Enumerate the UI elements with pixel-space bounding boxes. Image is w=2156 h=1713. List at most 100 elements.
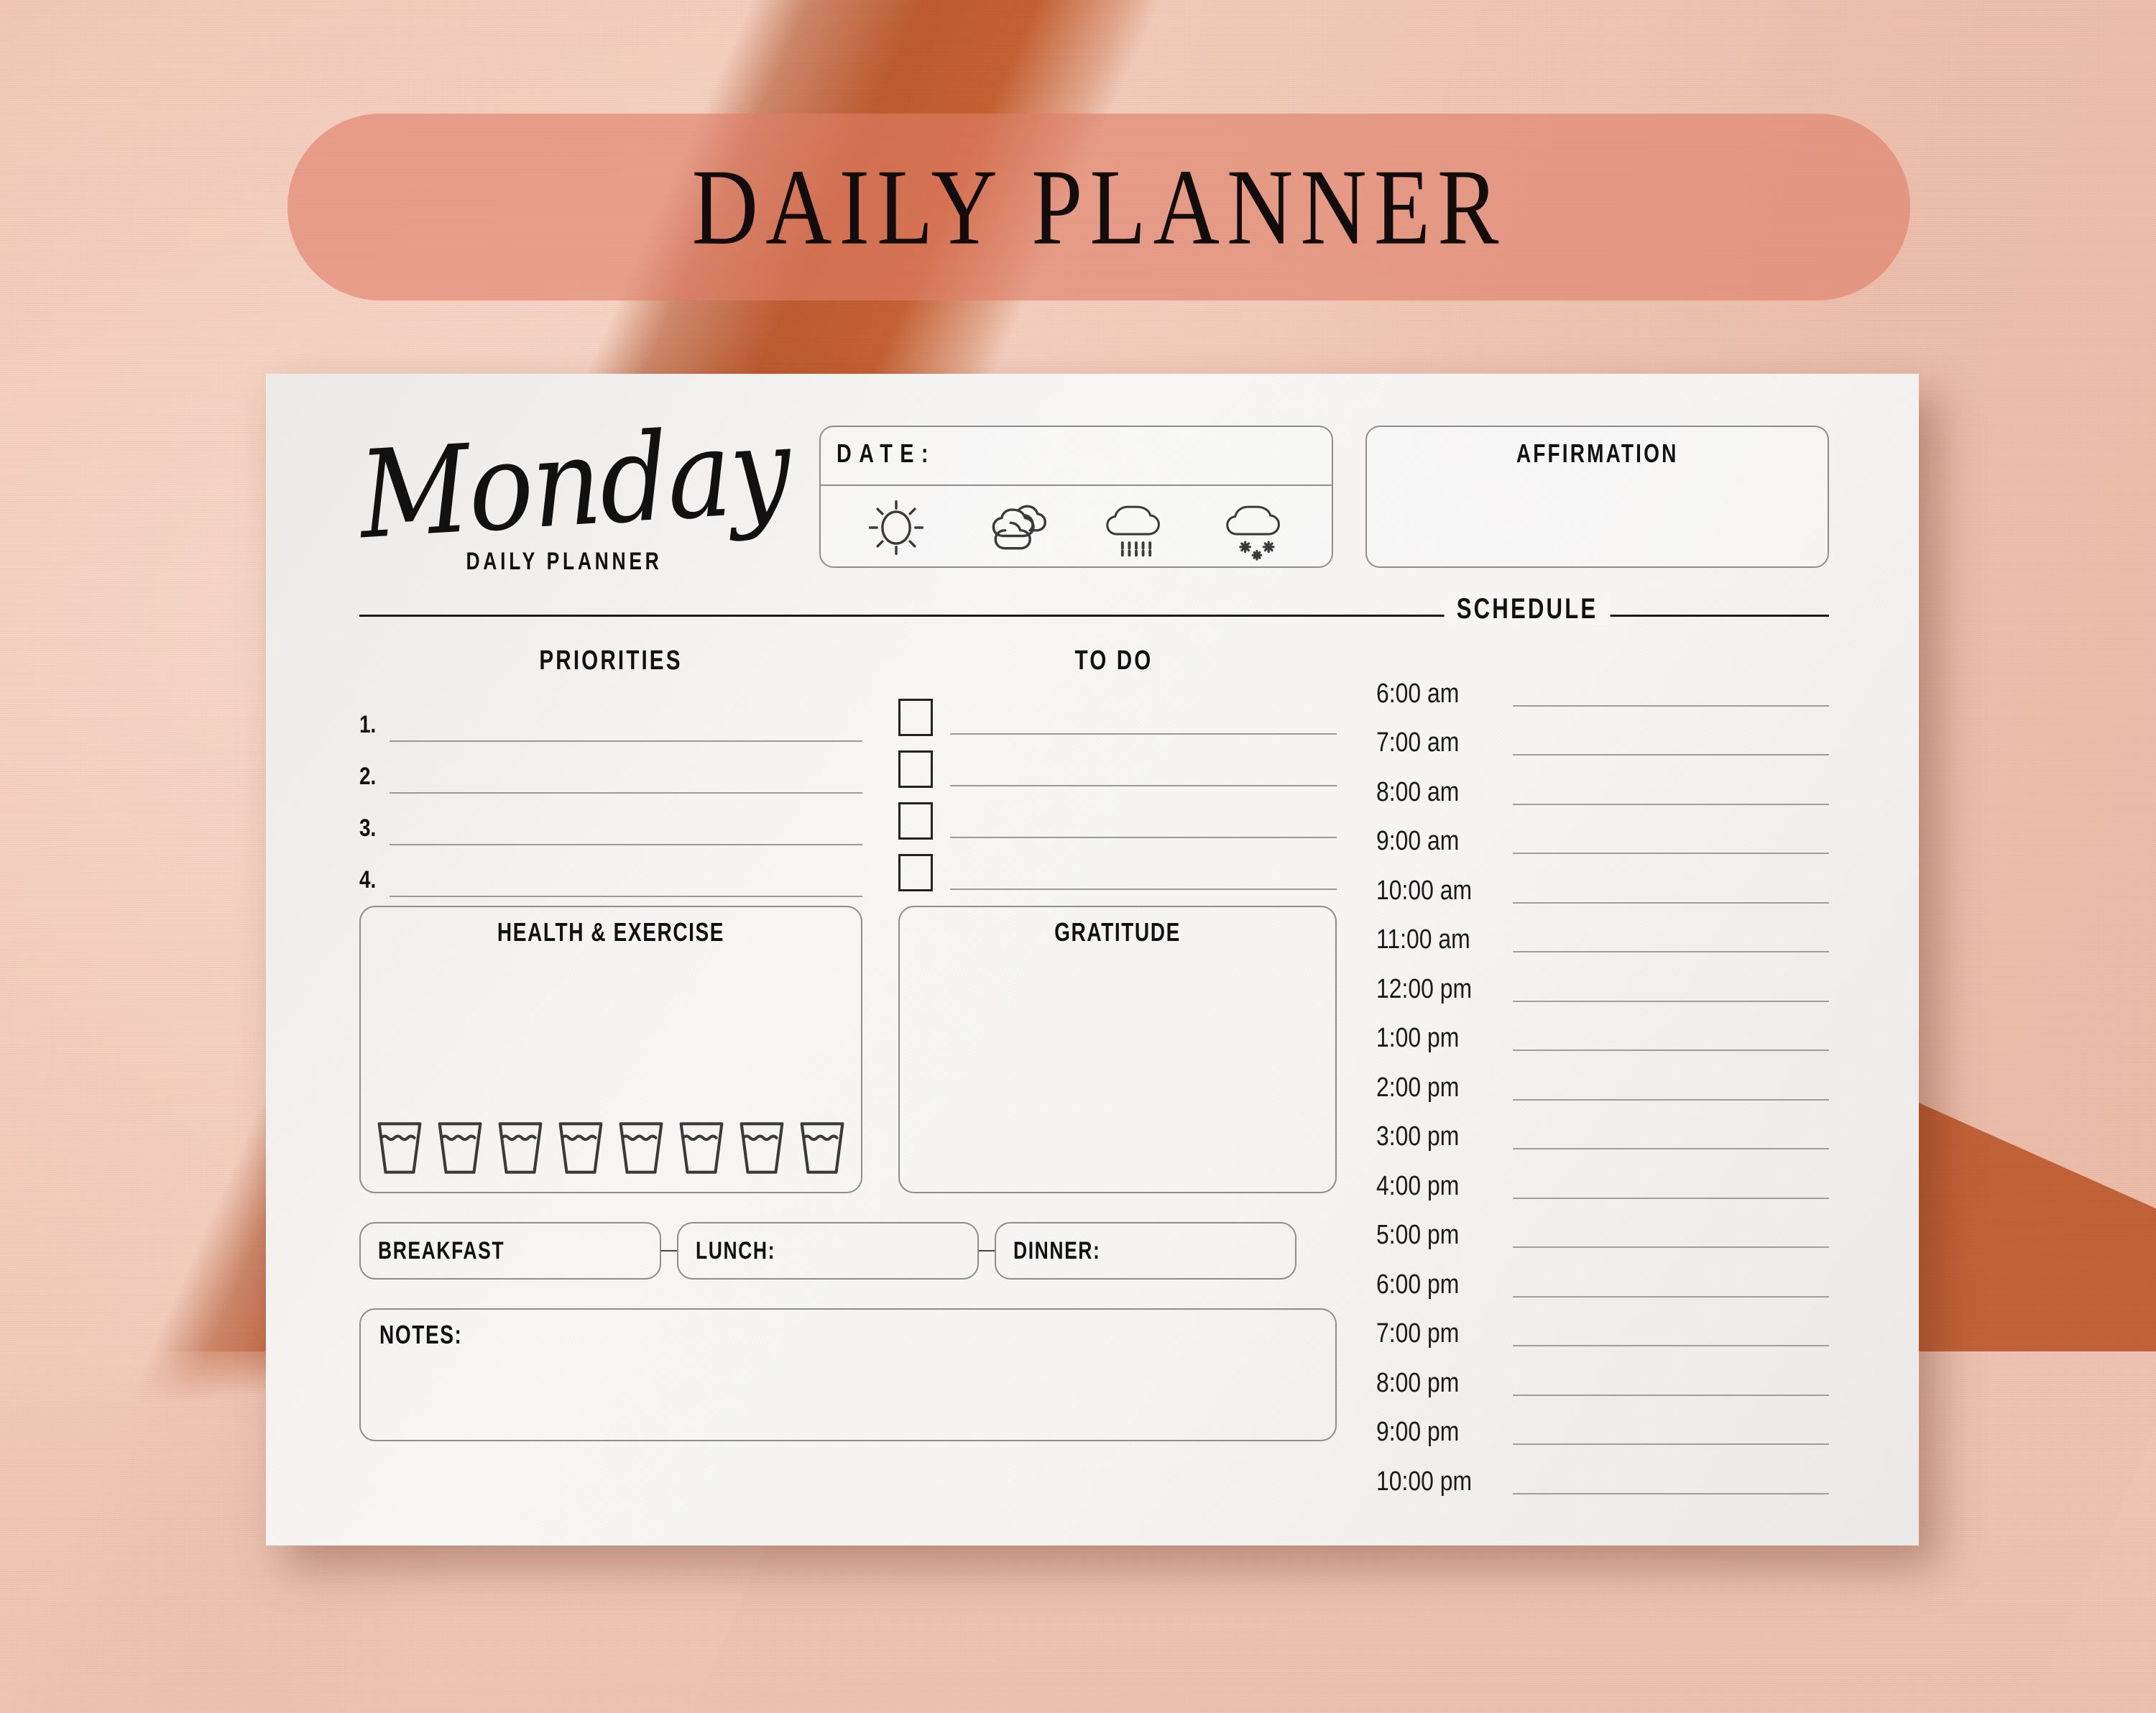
schedule-time-label: 10:00 am — [1376, 875, 1473, 906]
schedule-time-label: 7:00 pm — [1376, 1318, 1460, 1349]
schedule-time-label: 4:00 pm — [1376, 1170, 1460, 1201]
date-label: DATE: — [837, 438, 936, 468]
todo-title: TO DO — [1074, 646, 1153, 676]
meal-box[interactable]: LUNCH: — [677, 1222, 979, 1280]
schedule-write-line[interactable] — [1513, 1148, 1829, 1149]
priority-number: 3. — [359, 814, 377, 842]
schedule-row[interactable]: 8:00 pm — [1376, 1351, 1829, 1400]
schedule-write-line[interactable] — [1513, 853, 1829, 854]
schedule-write-line[interactable] — [1513, 901, 1829, 904]
water-glass-icon[interactable] — [555, 1120, 607, 1176]
schedule-write-line[interactable] — [1513, 1394, 1829, 1396]
schedule-write-line[interactable] — [1513, 1098, 1829, 1101]
priority-number: 1. — [359, 711, 377, 738]
priority-row[interactable]: 2. — [359, 742, 862, 794]
todo-write-line[interactable] — [950, 733, 1337, 735]
priority-row[interactable]: 4. — [359, 845, 862, 897]
schedule-write-line[interactable] — [1513, 704, 1829, 707]
meal-box[interactable]: DINNER: — [995, 1222, 1296, 1280]
todo-checkbox[interactable] — [898, 699, 933, 736]
schedule-row[interactable]: 10:00 pm — [1376, 1449, 1829, 1499]
schedule-time-label: 11:00 am — [1376, 924, 1470, 955]
schedule-write-line[interactable] — [1513, 951, 1829, 952]
todo-write-line[interactable] — [950, 888, 1337, 890]
schedule-row[interactable]: 11:00 am — [1376, 908, 1829, 957]
water-glass-icon[interactable] — [796, 1120, 848, 1176]
water-glass-icon[interactable] — [676, 1120, 727, 1176]
priority-write-line[interactable] — [390, 740, 862, 742]
todo-row[interactable] — [898, 684, 1337, 736]
water-glass-icon[interactable] — [494, 1120, 546, 1176]
schedule-row[interactable]: 9:00 am — [1376, 809, 1829, 859]
water-glass-icon[interactable] — [374, 1120, 425, 1176]
schedule-write-line[interactable] — [1513, 803, 1829, 805]
schedule-time-label: 2:00 pm — [1376, 1072, 1460, 1103]
priority-row[interactable]: 3. — [359, 794, 862, 845]
schedule-row[interactable]: 7:00 am — [1376, 711, 1829, 761]
schedule-write-line[interactable] — [1513, 1492, 1829, 1494]
meal-label: DINNER: — [1013, 1236, 1101, 1264]
schedule-write-line[interactable] — [1513, 754, 1829, 756]
schedule-row[interactable]: 1:00 pm — [1376, 1006, 1829, 1056]
water-glass-icon[interactable] — [615, 1120, 667, 1176]
schedule-row[interactable]: 4:00 pm — [1376, 1154, 1829, 1203]
planner-sheet: Monday DAILY PLANNER DATE: AFFIRMATION S… — [266, 374, 1919, 1546]
meal-box[interactable]: BREAKFAST — [359, 1222, 661, 1280]
schedule-row[interactable]: 6:00 am — [1376, 661, 1829, 711]
schedule-row[interactable]: 10:00 am — [1376, 858, 1829, 908]
schedule-write-line[interactable] — [1513, 1443, 1829, 1445]
schedule-time-label: 7:00 am — [1376, 727, 1460, 758]
schedule-row[interactable]: 9:00 pm — [1376, 1400, 1829, 1450]
todo-row[interactable] — [898, 840, 1337, 891]
snow-cloud-icon[interactable] — [1219, 495, 1294, 561]
schedule-write-line[interactable] — [1513, 1246, 1829, 1248]
schedule-write-line[interactable] — [1513, 1050, 1829, 1051]
schedule-title-wrap: SCHEDULE — [1373, 593, 1682, 625]
header-row: Monday DAILY PLANNER DATE: AFFIRMATION — [356, 400, 1829, 589]
schedule-write-line[interactable] — [1513, 1295, 1829, 1298]
water-glass-row — [374, 1120, 848, 1176]
schedule-row[interactable]: 3:00 pm — [1376, 1105, 1829, 1154]
todo-write-line[interactable] — [950, 837, 1337, 838]
water-glass-icon[interactable] — [736, 1120, 788, 1176]
day-title-block: Monday DAILY PLANNER — [356, 400, 793, 586]
priorities-list: 1. 2. 3. 4. — [359, 690, 862, 897]
schedule-row[interactable]: 7:00 pm — [1376, 1302, 1829, 1351]
schedule-row[interactable]: 5:00 pm — [1376, 1203, 1829, 1253]
affirmation-box[interactable]: AFFIRMATION — [1365, 426, 1829, 568]
health-exercise-box[interactable]: HEALTH & EXERCISE — [359, 906, 862, 1193]
water-glass-icon[interactable] — [434, 1120, 486, 1176]
priority-write-line[interactable] — [390, 844, 862, 845]
priority-write-line[interactable] — [390, 792, 862, 794]
todo-row[interactable] — [898, 788, 1337, 840]
todo-checkbox[interactable] — [898, 802, 933, 840]
schedule-write-line[interactable] — [1513, 1197, 1829, 1199]
sun-icon[interactable] — [859, 495, 934, 561]
todo-list — [898, 684, 1337, 891]
notes-label: NOTES: — [379, 1320, 463, 1349]
schedule-row[interactable]: 8:00 am — [1376, 760, 1829, 809]
rain-cloud-icon[interactable] — [1099, 495, 1174, 561]
gratitude-box[interactable]: GRATITUDE — [898, 906, 1337, 1193]
notes-box[interactable]: NOTES: — [359, 1308, 1337, 1441]
date-divider — [821, 484, 1332, 486]
gratitude-title: GRATITUDE — [1054, 917, 1181, 947]
todo-write-line[interactable] — [950, 785, 1337, 786]
schedule-time-label: 8:00 pm — [1376, 1367, 1460, 1398]
schedule-write-line[interactable] — [1513, 1345, 1829, 1346]
priority-write-line[interactable] — [390, 896, 862, 897]
partly-cloudy-icon[interactable] — [979, 495, 1054, 561]
date-box[interactable]: DATE: — [819, 426, 1333, 568]
priority-number: 2. — [359, 763, 377, 790]
schedule-time-label: 8:00 am — [1376, 776, 1460, 807]
schedule-time-label: 6:00 am — [1376, 678, 1460, 709]
schedule-row[interactable]: 6:00 pm — [1376, 1252, 1829, 1302]
priority-row[interactable]: 1. — [359, 690, 862, 742]
schedule-write-line[interactable] — [1513, 1000, 1829, 1002]
todo-checkbox[interactable] — [898, 854, 933, 891]
todo-checkbox[interactable] — [898, 750, 933, 788]
schedule-row[interactable]: 12:00 pm — [1376, 957, 1829, 1006]
schedule-time-label: 9:00 pm — [1376, 1417, 1460, 1447]
schedule-row[interactable]: 2:00 pm — [1376, 1055, 1829, 1105]
todo-row[interactable] — [898, 736, 1337, 788]
